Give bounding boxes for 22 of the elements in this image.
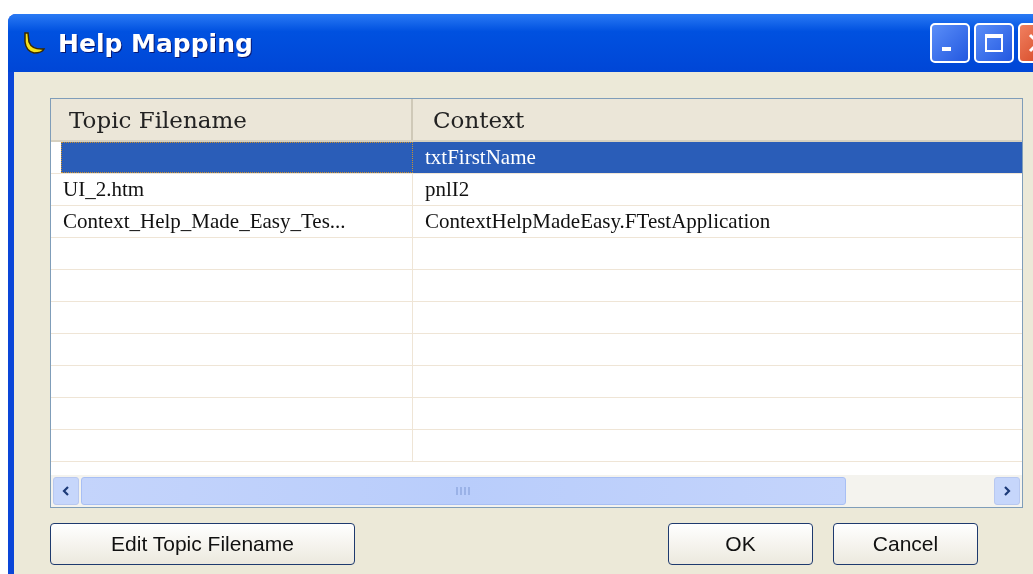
column-header[interactable]: Topic Filename: [51, 99, 413, 140]
table-cell: Context_Help_Made_Easy_Tes...: [63, 209, 346, 234]
scroll-left-button[interactable]: [53, 477, 79, 505]
horizontal-scrollbar[interactable]: [51, 475, 1022, 507]
dialog-button[interactable]: Edit Topic Filename: [50, 523, 355, 565]
table-cell: ContextHelpMadeEasy.FTestApplication: [425, 209, 771, 234]
table-row[interactable]: Context_Help_Made_Easy_Tes... ContextHelpMadeEasy.FTestApplication: [51, 206, 1022, 238]
dialog-button[interactable]: Cancel: [833, 523, 978, 565]
maximize-button[interactable]: [974, 23, 1014, 63]
minimize-button[interactable]: [930, 23, 970, 63]
table-cell: txtFirstName: [425, 145, 536, 170]
scroll-thumb[interactable]: [81, 477, 846, 505]
scroll-right-button[interactable]: [994, 477, 1020, 505]
window-title: Help Mapping: [58, 28, 253, 58]
table-cell: UI_2.htm: [63, 177, 145, 202]
table-cell: pnlI2: [425, 177, 470, 202]
minimize-icon: [941, 47, 951, 51]
maximize-icon: [984, 33, 1004, 53]
grip-icon: [454, 486, 473, 496]
dialog-button[interactable]: OK: [668, 523, 813, 565]
column-header[interactable]: Context: [413, 99, 1022, 140]
table-row[interactable]: UI_2.htm pnlI2: [51, 174, 1022, 206]
